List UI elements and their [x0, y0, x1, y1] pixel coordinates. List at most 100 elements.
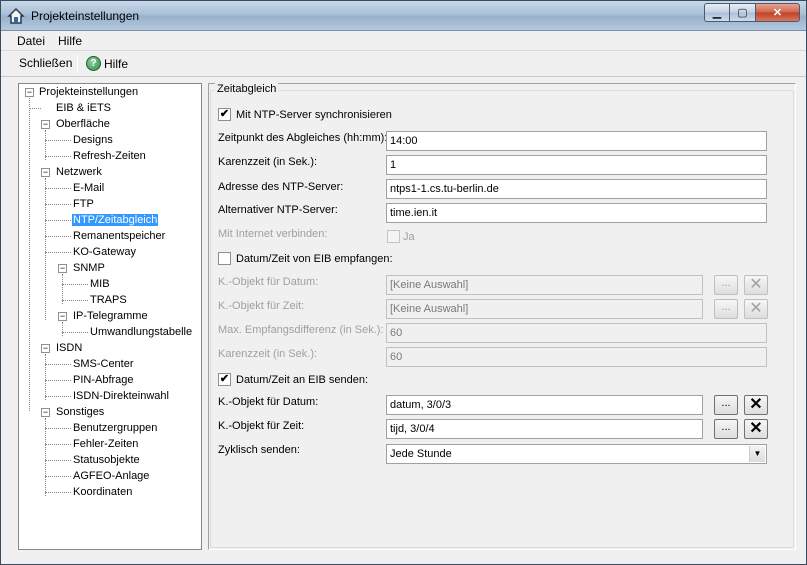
recv-date-clear-button[interactable]: ✕: [744, 275, 768, 295]
tree-item-label: AGFEO-Anlage: [73, 470, 150, 482]
send-time-clear-button[interactable]: ✕: [744, 419, 768, 439]
send-time-obj-input[interactable]: tijd, 3/0/4: [386, 419, 703, 439]
tree-line: [45, 396, 71, 397]
tree-item-statusobjekte[interactable]: Statusobjekte: [73, 453, 140, 468]
max-diff-input[interactable]: 60: [386, 323, 767, 343]
recv-date-obj-label: K.-Objekt für Datum:: [218, 276, 319, 288]
title-bar[interactable]: Projekteinstellungen ▁ ▢ ✕: [1, 1, 806, 31]
tree-item-label: ISDN-Direkteinwahl: [73, 390, 169, 402]
minimize-button[interactable]: ▁: [704, 3, 730, 22]
tree-item-benutzergruppen[interactable]: Benutzergruppen: [73, 421, 157, 436]
tree-item-label: E-Mail: [73, 182, 105, 194]
grace-time-input[interactable]: 1: [386, 155, 767, 175]
recv-date-obj-input[interactable]: [Keine Auswahl]: [386, 275, 703, 295]
close-icon: ✕: [772, 7, 783, 19]
tree-item-email[interactable]: E-Mail: [73, 181, 104, 196]
ntp-alt-label: Alternativer NTP-Server:: [218, 204, 338, 216]
tree-item-label: Projekteinstellungen: [39, 86, 139, 98]
tree-item-ko-gateway[interactable]: KO-Gateway: [73, 245, 136, 260]
tree-line: [45, 204, 71, 205]
tree-item-traps[interactable]: TRAPS: [90, 293, 127, 308]
send-checkbox[interactable]: ✔: [218, 373, 231, 386]
cyclic-select[interactable]: Jede Stunde ▼: [386, 444, 767, 464]
menu-datei[interactable]: Datei: [17, 34, 45, 48]
tree-item-koordinaten[interactable]: Koordinaten: [73, 485, 132, 500]
tree-line: [62, 332, 88, 333]
collapse-icon[interactable]: −: [41, 344, 50, 353]
tree-line: [62, 300, 88, 301]
tree-item-mib[interactable]: MIB: [90, 277, 110, 292]
collapse-icon[interactable]: −: [41, 168, 50, 177]
collapse-icon[interactable]: −: [25, 88, 34, 97]
maximize-button[interactable]: ▢: [730, 3, 756, 22]
send-date-obj-input[interactable]: datum, 3/0/3: [386, 395, 703, 415]
tree-line: [45, 354, 46, 400]
recv-time-obj-label: K.-Objekt für Zeit:: [218, 300, 305, 312]
tree-item-fehler-zeiten[interactable]: Fehler-Zeiten: [73, 437, 138, 452]
tree-item-ntp-zeitabgleich[interactable]: NTP/Zeitabgleich: [72, 213, 159, 228]
tree-item-label: Refresh-Zeiten: [73, 150, 146, 162]
menu-hilfe[interactable]: Hilfe: [58, 34, 82, 48]
help-button[interactable]: ? Hilfe: [86, 56, 128, 71]
settings-tree[interactable]: − − − − − − − Projekteinstellungen EIB &…: [18, 83, 202, 550]
cyclic-label: Zyklisch senden:: [218, 444, 300, 456]
tree-item-refresh-zeiten[interactable]: Refresh-Zeiten: [73, 149, 146, 164]
tree-item-isdn-direkteinwahl[interactable]: ISDN-Direkteinwahl: [73, 389, 169, 404]
ntp-alt-input[interactable]: time.ien.it: [386, 203, 767, 223]
tree-item-netzwerk[interactable]: Netzwerk: [56, 165, 102, 180]
tree-line: [45, 178, 46, 320]
send-date-clear-button[interactable]: ✕: [744, 395, 768, 415]
group-title: Zeitabgleich: [215, 83, 279, 95]
collapse-icon[interactable]: −: [41, 120, 50, 129]
tree-item-remanentspeicher[interactable]: Remanentspeicher: [73, 229, 165, 244]
collapse-icon[interactable]: −: [41, 408, 50, 417]
send-date-browse-button[interactable]: ...: [714, 395, 738, 415]
chevron-down-icon[interactable]: ▼: [749, 446, 765, 462]
tree-item-snmp[interactable]: SNMP: [73, 261, 105, 276]
tree-item-ftp[interactable]: FTP: [73, 197, 94, 212]
tree-item-oberflaeche[interactable]: Oberfläche: [56, 117, 110, 132]
tree-line: [45, 364, 71, 365]
help-icon: ?: [86, 56, 101, 71]
close-button[interactable]: Schließen: [19, 56, 72, 70]
tree-line: [45, 252, 71, 253]
tree-item-eib-iets[interactable]: EIB & iETS: [56, 101, 111, 116]
tree-line: [45, 220, 71, 221]
recv-time-obj-input[interactable]: [Keine Auswahl]: [386, 299, 703, 319]
receive-checkbox[interactable]: [218, 252, 231, 265]
tree-item-designs[interactable]: Designs: [73, 133, 113, 148]
tree-line: [45, 380, 71, 381]
receive-label: Datum/Zeit von EIB empfangen:: [236, 253, 393, 265]
tree-item-umwandlungstabelle[interactable]: Umwandlungstabelle: [90, 325, 192, 340]
tree-item-isdn[interactable]: ISDN: [56, 341, 82, 356]
close-window-button[interactable]: ✕: [756, 3, 800, 22]
ntp-address-input[interactable]: ntps1-1.cs.tu-berlin.de: [386, 179, 767, 199]
tree-item-sonstiges[interactable]: Sonstiges: [56, 405, 104, 420]
tree-item-agfeo-anlage[interactable]: AGFEO-Anlage: [73, 469, 149, 484]
tree-line: [45, 236, 71, 237]
tree-line: [45, 492, 71, 493]
tree-line: [29, 98, 30, 411]
tree-line: [45, 156, 71, 157]
tree-item-pin-abfrage[interactable]: PIN-Abfrage: [73, 373, 134, 388]
tree-item-label: MIB: [90, 278, 110, 290]
collapse-icon[interactable]: −: [58, 312, 67, 321]
recv-date-browse-button[interactable]: ...: [714, 275, 738, 295]
tree-line: [45, 418, 46, 496]
tree-item-sms-center[interactable]: SMS-Center: [73, 357, 134, 372]
tree-item-label: Oberfläche: [56, 118, 110, 130]
sync-time-input[interactable]: 14:00: [386, 131, 767, 151]
send-time-browse-button[interactable]: ...: [714, 419, 738, 439]
window-title: Projekteinstellungen: [31, 9, 140, 23]
ntp-sync-checkbox[interactable]: ✔: [218, 108, 231, 121]
collapse-icon[interactable]: −: [58, 264, 67, 273]
tree-item-projekteinstellungen[interactable]: Projekteinstellungen: [39, 85, 138, 100]
internet-checkbox[interactable]: [387, 230, 400, 243]
recv-grace-input[interactable]: 60: [386, 347, 767, 367]
recv-time-browse-button[interactable]: ...: [714, 299, 738, 319]
recv-time-clear-button[interactable]: ✕: [744, 299, 768, 319]
tree-item-label: EIB & iETS: [56, 102, 112, 114]
tree-item-ip-telegramme[interactable]: IP-Telegramme: [73, 309, 148, 324]
tree-item-label: Fehler-Zeiten: [73, 438, 139, 450]
tree-item-label: IP-Telegramme: [73, 310, 148, 322]
